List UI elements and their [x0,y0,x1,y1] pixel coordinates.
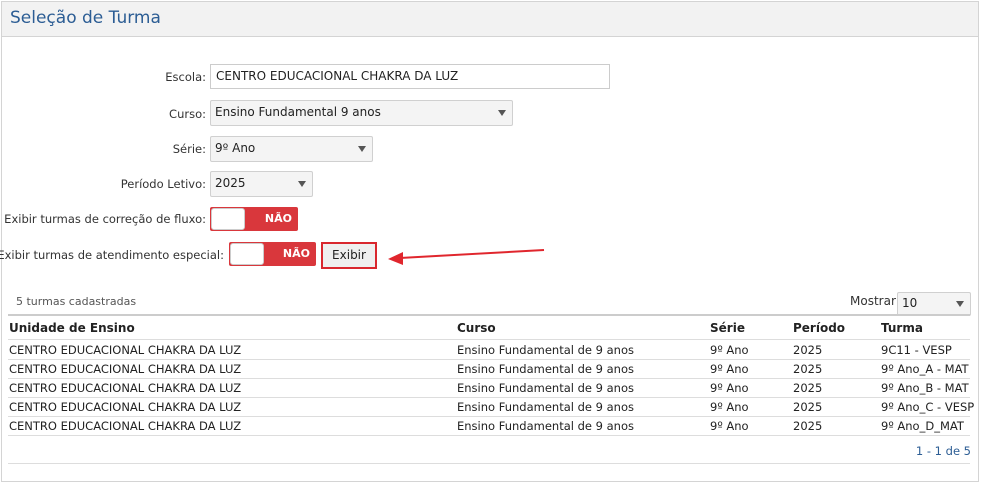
exibir-button[interactable]: Exibir [321,242,377,269]
atendimento-especial-label: Exibir turmas de atendimento especial: [0,248,224,262]
escola-label: Escola: [165,70,206,84]
page-size-select[interactable]: 10 [897,292,971,316]
cell-periodo: 2025 [793,343,823,357]
col-unidade-header[interactable]: Unidade de Ensino [9,321,135,335]
cell-turma: 9º Ano_A - MAT [881,362,969,376]
curso-value: Ensino Fundamental 9 anos [215,105,381,119]
atendimento-especial-toggle[interactable]: NÃO [229,242,316,266]
chevron-down-icon [298,181,306,187]
pagination-info: 1 - 1 de 5 [915,444,971,458]
annotation-arrow-icon [388,249,545,265]
cell-unidade: CENTRO EDUCACIONAL CHAKRA DA LUZ [9,419,242,433]
cell-serie: 9º Ano [710,362,749,376]
escola-value: CENTRO EDUCACIONAL CHAKRA DA LUZ [216,69,459,83]
cell-curso: Ensino Fundamental de 9 anos [457,362,634,376]
cell-unidade: CENTRO EDUCACIONAL CHAKRA DA LUZ [9,362,242,376]
cell-serie: 9º Ano [710,343,749,357]
serie-value: 9º Ano [215,141,256,155]
row-divider [8,435,970,436]
col-periodo-header[interactable]: Período [793,321,845,335]
header-divider [8,339,970,340]
col-curso-header[interactable]: Curso [457,321,496,335]
correcao-fluxo-label: Exibir turmas de correção de fluxo: [4,212,206,226]
col-serie-header[interactable]: Série [710,321,745,335]
col-turma-header[interactable]: Turma [881,321,923,335]
row-divider [8,359,970,360]
page-size-value: 10 [902,296,918,310]
chevron-down-icon [358,146,366,152]
cell-periodo: 2025 [793,400,823,414]
toggle-state: NÃO [264,212,292,225]
serie-label: Série: [172,142,206,156]
turmas-count: 5 turmas cadastradas [16,295,137,308]
curso-label: Curso: [169,107,206,121]
periodo-label: Período Letivo: [120,177,206,191]
cell-turma: 9º Ano_D_MAT [881,419,964,433]
cell-turma: 9º Ano_C - VESP [881,400,975,414]
toggle-knob [230,243,264,265]
chevron-down-icon [956,301,964,307]
table-top-border [8,314,970,316]
chevron-down-icon [498,110,506,116]
cell-curso: Ensino Fundamental de 9 anos [457,400,634,414]
cell-turma: 9º Ano_B - MAT [881,381,969,395]
cell-curso: Ensino Fundamental de 9 anos [457,343,634,357]
toggle-state: NÃO [282,247,310,260]
cell-serie: 9º Ano [710,381,749,395]
curso-select[interactable]: Ensino Fundamental 9 anos [210,100,513,126]
cell-serie: 9º Ano [710,419,749,433]
cell-unidade: CENTRO EDUCACIONAL CHAKRA DA LUZ [9,343,242,357]
serie-select[interactable]: 9º Ano [210,136,373,162]
periodo-select[interactable]: 2025 [210,171,313,197]
cell-periodo: 2025 [793,381,823,395]
cell-curso: Ensino Fundamental de 9 anos [457,419,634,433]
page-title: Seleção de Turma [10,8,161,28]
periodo-value: 2025 [215,176,246,190]
cell-serie: 9º Ano [710,400,749,414]
row-divider [8,378,970,379]
row-divider [8,397,970,398]
cell-periodo: 2025 [793,362,823,376]
escola-field[interactable]: CENTRO EDUCACIONAL CHAKRA DA LUZ [210,64,610,89]
cell-unidade: CENTRO EDUCACIONAL CHAKRA DA LUZ [9,381,242,395]
cell-curso: Ensino Fundamental de 9 anos [457,381,634,395]
correcao-fluxo-toggle[interactable]: NÃO [210,207,298,231]
mostrar-label: Mostrar: [850,294,900,308]
row-divider [8,416,970,417]
cell-turma: 9C11 - VESP [881,343,952,357]
panel-header: Seleção de Turma [2,2,978,37]
cell-unidade: CENTRO EDUCACIONAL CHAKRA DA LUZ [9,400,242,414]
toggle-knob [211,208,245,230]
cell-periodo: 2025 [793,419,823,433]
table-bottom-divider [8,463,970,464]
